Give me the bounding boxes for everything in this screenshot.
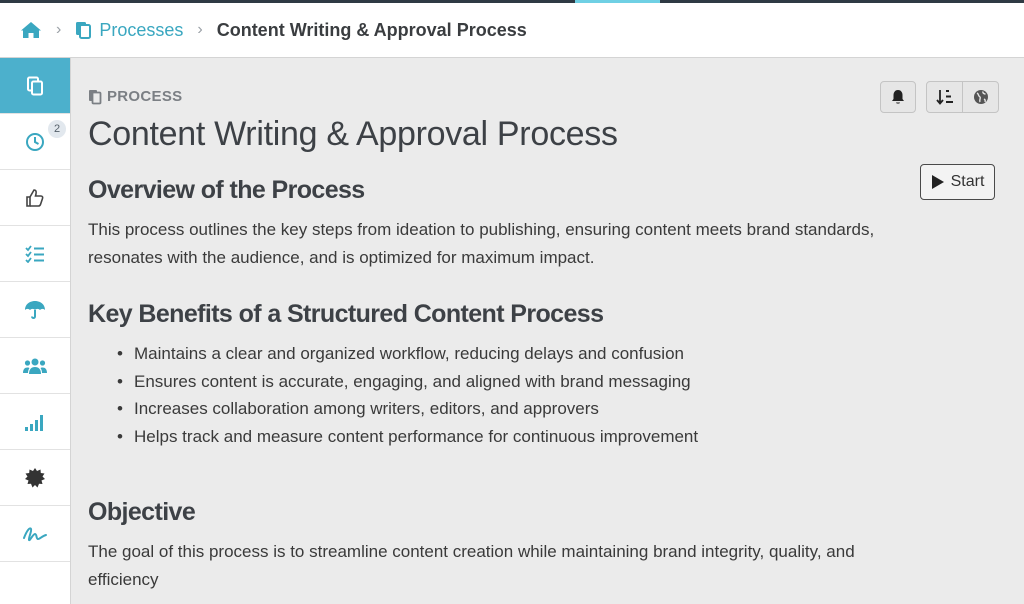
sidebar-item-team[interactable]	[0, 338, 70, 394]
list-item: Helps track and measure content performa…	[117, 423, 698, 451]
play-icon	[931, 175, 944, 189]
breadcrumb-processes-link[interactable]: Processes	[75, 20, 183, 41]
sidebar-item-signoff[interactable]	[0, 506, 70, 562]
top-bar: › Processes › Content Writing & Approval…	[0, 0, 1024, 58]
page-title: Content Writing & Approval Process	[88, 115, 618, 153]
sidebar-item-history[interactable]: 2	[0, 114, 70, 170]
breadcrumb-separator: ›	[56, 21, 62, 38]
overview-heading: Overview of the Process	[88, 176, 365, 204]
breadcrumb: › Processes › Content Writing & Approval…	[20, 18, 527, 42]
breadcrumb-separator: ›	[197, 21, 203, 38]
list-item: Increases collaboration among writers, e…	[117, 395, 698, 423]
notifications-button[interactable]	[880, 81, 916, 113]
list-item: Maintains a clear and organized workflow…	[117, 340, 698, 368]
sidebar-item-approvals[interactable]	[0, 170, 70, 226]
eyebrow-text: PROCESS	[107, 88, 183, 105]
umbrella-icon	[25, 300, 45, 319]
overview-text: This process outlines the key steps from…	[88, 220, 875, 267]
signal-bars-icon	[25, 414, 43, 431]
main-content: PROCESS Content Writing & Approval Proce…	[72, 58, 1024, 604]
objective-heading: Objective	[88, 498, 196, 526]
sidebar-item-checklist[interactable]	[0, 226, 70, 282]
benefits-heading: Key Benefits of a Structured Content Pro…	[88, 300, 604, 328]
sidebar-item-risk[interactable]	[0, 282, 70, 338]
sort-button[interactable]	[926, 81, 963, 113]
copy-icon	[27, 76, 43, 95]
breadcrumb-current: Content Writing & Approval Process	[216, 19, 527, 40]
users-icon	[23, 358, 47, 374]
sidebar-item-analytics[interactable]	[0, 394, 70, 450]
sidebar-item-processes[interactable]	[0, 58, 70, 114]
page-type-label: PROCESS	[88, 88, 182, 105]
home-icon[interactable]	[20, 21, 42, 39]
bell-icon	[892, 90, 904, 104]
copy-icon	[76, 22, 92, 39]
history-count-badge: 2	[48, 120, 66, 138]
thumbs-up-icon	[26, 188, 44, 207]
breadcrumb-processes-label: Processes	[99, 19, 184, 40]
copy-icon	[89, 89, 102, 104]
clock-icon	[26, 132, 44, 151]
sidebar-item-settings[interactable]	[0, 450, 70, 506]
gear-icon	[25, 467, 45, 487]
top-accent-bar	[0, 0, 1024, 3]
objective-text: The goal of this process is to streamlin…	[88, 542, 855, 589]
checklist-icon	[25, 244, 44, 263]
globe-icon	[973, 90, 988, 104]
sidebar: 2	[0, 58, 71, 604]
start-button[interactable]: Start	[920, 164, 995, 200]
list-item: Ensures content is accurate, engaging, a…	[117, 368, 698, 396]
benefits-list: Maintains a clear and organized workflow…	[117, 340, 698, 450]
sort-icon	[935, 90, 953, 105]
loading-indicator	[575, 0, 660, 3]
signature-icon	[23, 526, 47, 541]
language-button[interactable]	[962, 81, 999, 113]
start-button-label: Start	[950, 173, 985, 190]
